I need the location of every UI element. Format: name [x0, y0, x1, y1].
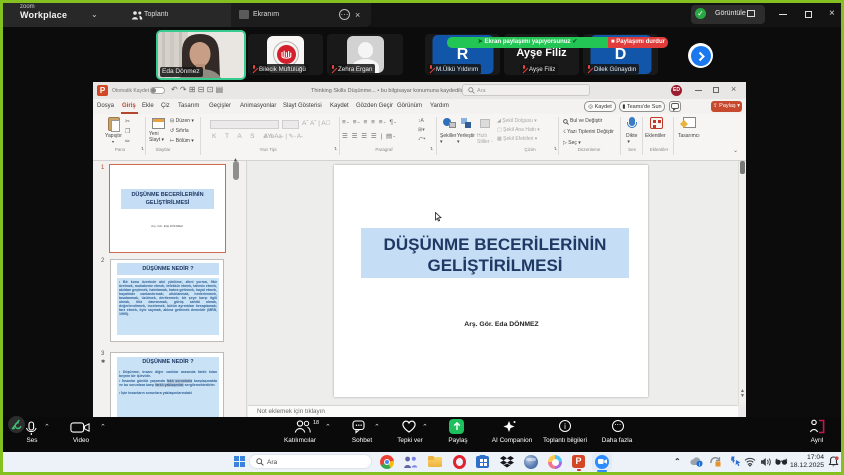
svg-text:i: i — [699, 462, 700, 467]
